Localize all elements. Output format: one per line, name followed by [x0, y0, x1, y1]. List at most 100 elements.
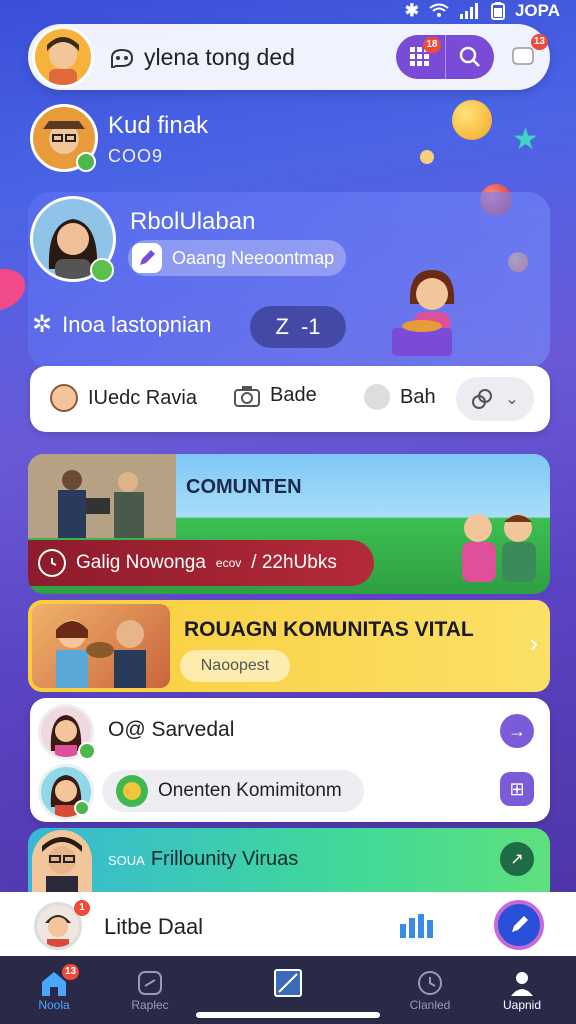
banner-bar-suffix: ecov [215, 556, 242, 570]
green-card-title: SOUA Frillounity Viruas [108, 848, 298, 871]
header-action-group: 18 [396, 35, 494, 79]
messages-badge: 13 [530, 34, 548, 50]
nav-profile[interactable]: Uapnid [482, 968, 562, 1012]
chat-bubble-icon [364, 384, 390, 410]
quick-item-profile[interactable]: IUedc Ravia [50, 384, 197, 412]
status-time: JOPA [514, 1, 560, 20]
quick-item-1-label: IUedc Ravia [88, 386, 197, 409]
decor-ball-small [420, 150, 434, 164]
nav-replies[interactable]: Raplec [110, 968, 190, 1012]
quick-item-3-label: Bah [400, 385, 436, 408]
compose-button[interactable] [494, 900, 544, 950]
sparkle-icon: ✲ [32, 311, 53, 338]
grid-button[interactable]: 18 [396, 35, 445, 79]
profile-code: COO9 [108, 146, 164, 166]
banner-title: COMUNTEN [186, 476, 302, 498]
banner-photo [28, 454, 176, 538]
search-button[interactable] [444, 35, 495, 79]
member-name: O@ Sarvedal [108, 718, 235, 741]
community-chip[interactable]: Onenten Komimitonm [102, 770, 364, 812]
nav-replies-label: Raplec [131, 998, 169, 1012]
status-bar: ✱ JOPA [0, 0, 576, 22]
community-chip[interactable]: Naoopest [180, 650, 290, 682]
green-card-avatar [32, 830, 92, 894]
community-card[interactable]: ROUAGN KOMUNITAS VITAL Naoopest › [28, 600, 550, 692]
score-right: -1 [300, 314, 321, 339]
quick-dropdown[interactable]: ⌄ [456, 377, 534, 421]
quick-item-2-label: Bade [270, 384, 317, 406]
banner-bar: Galig Nowonga ecov / 22hUbks [28, 540, 374, 586]
community-logo-icon [116, 775, 148, 807]
top-header: ylena tong ded 18 13 [28, 24, 550, 90]
home-indicator [196, 1012, 380, 1018]
avatar-icon [50, 384, 78, 412]
green-card-prefix: SOUA [108, 853, 145, 868]
community-photo [32, 604, 170, 688]
profile-icon [511, 972, 533, 996]
banner-bar-count: / 22hUbks [251, 552, 337, 573]
hero-chip[interactable]: Oaang Neeoontmap [128, 240, 346, 276]
current-user-bar: 1 Litbe Daal [0, 892, 576, 956]
community-chip-label: Onenten Komimitonm [158, 780, 342, 801]
hero-section: ✲ Inoa lastopnian [32, 310, 211, 339]
add-group-icon: ⊞ [509, 778, 525, 799]
girl-illustration [392, 264, 472, 360]
nav-create[interactable] [248, 968, 328, 998]
edit-icon [132, 243, 162, 273]
arrow-right-button[interactable]: → [500, 714, 534, 748]
hero-name: RbolUlaban [130, 208, 256, 235]
bluetooth-icon: ✱ [404, 1, 419, 20]
app-logo-icon [111, 48, 134, 68]
header-avatar[interactable] [32, 26, 94, 88]
camera-icon [234, 385, 260, 407]
link-icon [472, 389, 493, 409]
compose-icon [512, 916, 528, 932]
hero-section-label: Inoa lastopnian [62, 311, 212, 337]
green-card-title-text: Frillounity Viruas [150, 848, 299, 870]
hero-chip-label: Oaang Neeoontmap [172, 247, 335, 268]
member-online-dot-1 [78, 742, 96, 760]
community-banner[interactable]: COMUNTEN Galig Nowonga ecov / 22hUbks [28, 454, 550, 594]
score-pill[interactable]: Z -1 [250, 306, 346, 348]
search-icon [459, 46, 480, 67]
bar-chart-icon [400, 914, 433, 938]
decor-ball-yellow [452, 100, 492, 140]
nav-home[interactable]: Noola 13 [14, 964, 94, 1012]
decor-ring-left [0, 261, 32, 319]
banner-bar-text: Galig Nowonga [76, 552, 206, 573]
messages-button[interactable]: 13 [506, 34, 548, 74]
stats-button[interactable] [398, 910, 434, 945]
nav-profile-label: Uapnid [502, 998, 542, 1012]
star-icon: ★ [512, 123, 539, 156]
quick-item-camera[interactable]: Bade [234, 384, 317, 407]
grid-badge: 18 [423, 37, 441, 53]
quick-actions: IUedc Ravia Bade Bah ⌄ [30, 366, 550, 432]
community-virus-card[interactable]: SOUA Frillounity Viruas ↗ [28, 828, 550, 894]
nav-home-label: Noola [38, 998, 70, 1012]
clock-nav-icon [418, 971, 442, 995]
chevron-right-icon: › [529, 628, 538, 658]
nav-clanled-label: Clanled [409, 998, 451, 1012]
arrow-right-icon: → [508, 720, 526, 741]
share-button[interactable]: ↗ [500, 842, 534, 876]
create-icon [274, 969, 302, 997]
profile-name: Kud finak [108, 112, 209, 139]
add-to-group-button[interactable]: ⊞ [500, 772, 534, 806]
replies-icon [138, 971, 162, 995]
clock-icon [38, 549, 66, 577]
community-title: ROUAGN KOMUNITAS VITAL [184, 618, 474, 641]
wifi-icon [429, 3, 449, 17]
app-name: ylena tong ded [144, 44, 295, 70]
user-name: Litbe Daal [104, 914, 204, 939]
score-left: Z [275, 314, 289, 339]
online-badge [90, 258, 114, 282]
app-brand: ylena tong ded [108, 44, 295, 71]
user-badge: 1 [74, 900, 90, 916]
nav-clanled[interactable]: Clanled [390, 968, 470, 1012]
battery-icon [490, 2, 505, 20]
signal-icon [459, 3, 478, 19]
member-list-card: O@ Sarvedal → Onenten Komimitonm ⊞ [30, 698, 550, 822]
chevron-down-icon: ⌄ [505, 391, 519, 408]
nav-home-badge: 13 [62, 964, 80, 980]
quick-item-chat[interactable]: Bah [364, 384, 436, 410]
